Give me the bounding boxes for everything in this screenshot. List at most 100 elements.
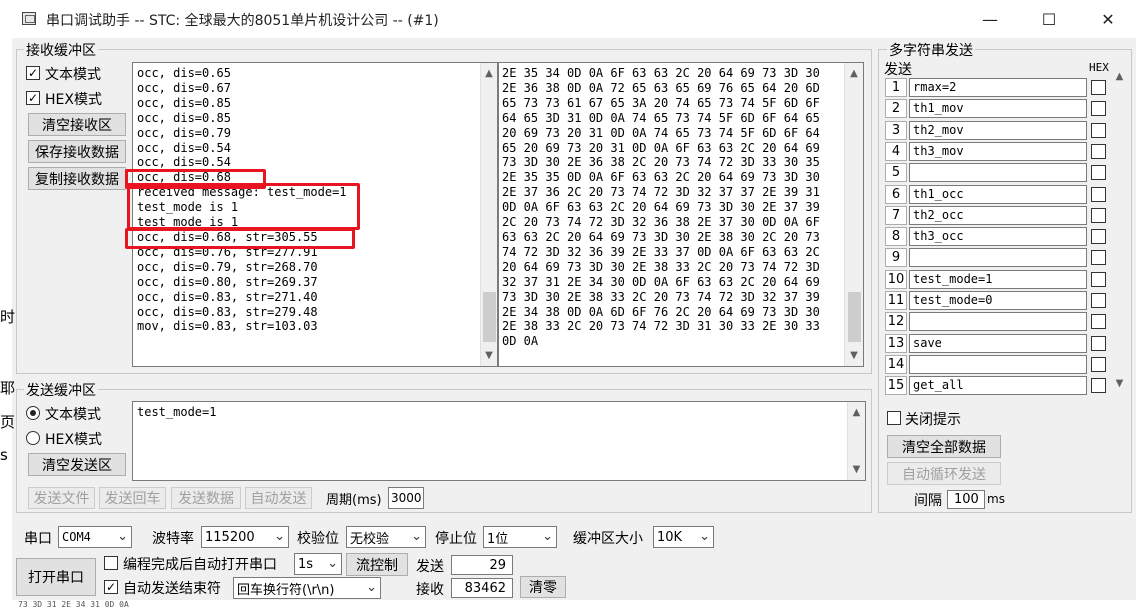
- multi-string-send-button[interactable]: 12: [885, 312, 907, 332]
- multi-string-input[interactable]: get_all: [909, 376, 1087, 396]
- auto-open-checkbox[interactable]: [104, 556, 118, 570]
- multi-string-input[interactable]: th3_mov: [909, 141, 1087, 161]
- scroll-down-icon[interactable]: ▼: [848, 461, 865, 478]
- multi-string-hex-checkbox[interactable]: [1091, 356, 1106, 372]
- maximize-button[interactable]: ☐: [1020, 0, 1078, 38]
- interval-label: 间隔: [914, 493, 942, 509]
- auto-open-delay-select[interactable]: 1s ⌄: [294, 553, 342, 575]
- clear-receive-button[interactable]: 清空接收区: [28, 113, 126, 136]
- multi-string-input[interactable]: [909, 163, 1087, 183]
- scroll-down-icon[interactable]: ▼: [845, 347, 863, 364]
- multi-string-send-button[interactable]: 1: [885, 78, 907, 97]
- send-enter-button[interactable]: 发送回车: [99, 487, 166, 509]
- receive-text-scrollbar[interactable]: ▲ ▼: [480, 63, 497, 366]
- send-column-header: 发送: [884, 62, 912, 78]
- interval-input[interactable]: 100: [947, 490, 985, 509]
- auto-send-button[interactable]: 自动发送: [245, 487, 312, 509]
- scroll-up-icon[interactable]: ▲: [845, 65, 863, 82]
- baud-select[interactable]: 115200 ⌄: [201, 526, 289, 548]
- multi-string-hex-checkbox[interactable]: [1091, 378, 1106, 394]
- scroll-down-icon[interactable]: ▼: [1111, 375, 1128, 392]
- minimize-button[interactable]: —: [961, 0, 1019, 38]
- stop-bits-select[interactable]: 1位 ⌄: [483, 526, 557, 548]
- multi-string-input[interactable]: th1_mov: [909, 99, 1087, 119]
- scroll-up-icon[interactable]: ▲: [848, 404, 865, 421]
- port-select[interactable]: COM4 ⌄: [58, 526, 132, 548]
- multi-string-hex-checkbox[interactable]: [1091, 122, 1106, 138]
- multi-string-hex-checkbox[interactable]: [1091, 314, 1106, 330]
- multi-string-hex-checkbox[interactable]: [1091, 80, 1106, 95]
- close-hint-checkbox[interactable]: [887, 411, 901, 425]
- multi-string-send-button[interactable]: 4: [885, 141, 907, 161]
- multi-string-input[interactable]: test_mode=0: [909, 291, 1087, 310]
- period-label: 周期(ms): [326, 493, 382, 508]
- multi-string-input[interactable]: [909, 354, 1087, 374]
- multi-string-send-button[interactable]: 3: [885, 120, 907, 140]
- period-input[interactable]: 3000: [388, 487, 424, 509]
- receive-hex-pane[interactable]: 2E 35 34 0D 0A 6F 63 63 2C 20 64 69 73 3…: [498, 62, 864, 367]
- multi-string-hex-checkbox[interactable]: [1091, 293, 1106, 308]
- chevron-down-icon: ⌄: [542, 529, 553, 544]
- multi-string-send-button[interactable]: 2: [885, 99, 907, 119]
- multi-string-send-button[interactable]: 9: [885, 248, 907, 268]
- multi-string-hex-checkbox[interactable]: [1091, 165, 1106, 181]
- auto-end-checkbox[interactable]: ✓: [104, 580, 118, 594]
- multi-string-send-button[interactable]: 5: [885, 163, 907, 183]
- clear-send-button[interactable]: 清空发送区: [28, 453, 126, 476]
- multi-string-send-button[interactable]: 14: [885, 354, 907, 374]
- receive-hex-mode-checkbox[interactable]: ✓: [26, 91, 40, 105]
- multi-string-input[interactable]: test_mode=1: [909, 269, 1087, 289]
- multi-string-hex-checkbox[interactable]: [1091, 101, 1106, 117]
- multi-string-send-button[interactable]: 13: [885, 333, 907, 353]
- open-port-button[interactable]: 打开串口: [16, 558, 96, 596]
- receive-hex-scrollbar[interactable]: ▲ ▼: [844, 63, 863, 366]
- multi-string-send-button[interactable]: 15: [885, 376, 907, 396]
- multi-string-hex-checkbox[interactable]: [1091, 250, 1106, 266]
- multi-string-send-button[interactable]: 8: [885, 227, 907, 247]
- multi-string-input[interactable]: save: [909, 333, 1087, 353]
- clear-count-button[interactable]: 清零: [520, 576, 566, 598]
- scroll-up-icon[interactable]: ▲: [1111, 68, 1128, 85]
- multi-string-send-button[interactable]: 11: [885, 291, 907, 310]
- close-button[interactable]: ✕: [1079, 0, 1137, 38]
- send-text-mode-radio[interactable]: [26, 406, 40, 420]
- save-receive-button[interactable]: 保存接收数据: [28, 140, 126, 163]
- flow-control-button[interactable]: 流控制: [346, 553, 408, 576]
- buffer-size-select[interactable]: 10K ⌄: [653, 526, 714, 548]
- chevron-down-icon: ⌄: [699, 529, 710, 544]
- scroll-thumb[interactable]: [848, 292, 861, 342]
- parity-select[interactable]: 无校验 ⌄: [346, 526, 426, 548]
- auto-open-label: 编程完成后自动打开串口: [123, 557, 277, 573]
- receive-hex-line: 0D 0A 6F 63 63 2C 20 64 69 73 3D 30 2E 3…: [502, 200, 820, 215]
- send-file-button[interactable]: 发送文件: [28, 487, 95, 509]
- multi-string-hex-checkbox[interactable]: [1091, 335, 1106, 351]
- multi-string-send-button[interactable]: 10: [885, 269, 907, 289]
- copy-receive-button[interactable]: 复制接收数据: [28, 167, 126, 190]
- auto-loop-send-button[interactable]: 自动循环发送: [887, 462, 1001, 485]
- multi-string-input[interactable]: th1_occ: [909, 184, 1087, 204]
- multi-string-hex-checkbox[interactable]: [1091, 143, 1106, 159]
- multi-string-input[interactable]: th3_occ: [909, 227, 1087, 247]
- send-data-button[interactable]: 发送数据: [171, 487, 241, 509]
- receive-text-mode-checkbox[interactable]: ✓: [26, 66, 40, 80]
- multi-string-scrollbar[interactable]: ▲ ▼: [1111, 68, 1128, 393]
- multi-string-input[interactable]: th2_mov: [909, 120, 1087, 140]
- send-scrollbar[interactable]: ▲ ▼: [847, 402, 865, 480]
- scroll-thumb[interactable]: [483, 292, 496, 342]
- multi-string-hex-checkbox[interactable]: [1091, 229, 1106, 245]
- multi-string-send-button[interactable]: 6: [885, 184, 907, 204]
- multi-string-hex-checkbox[interactable]: [1091, 271, 1106, 287]
- multi-string-hex-checkbox[interactable]: [1091, 207, 1106, 223]
- multi-string-input[interactable]: [909, 312, 1087, 332]
- send-text-area[interactable]: test_mode=1 ▲ ▼: [132, 401, 866, 481]
- multi-string-hex-checkbox[interactable]: [1091, 186, 1106, 202]
- multi-string-input[interactable]: rmax=2: [909, 78, 1087, 97]
- multi-string-input[interactable]: th2_occ: [909, 205, 1087, 225]
- multi-string-send-button[interactable]: 7: [885, 205, 907, 225]
- scroll-down-icon[interactable]: ▼: [481, 347, 497, 364]
- end-char-select[interactable]: 回车换行符(\r\n) ⌄: [233, 577, 381, 599]
- clear-all-data-button[interactable]: 清空全部数据: [887, 435, 1001, 458]
- send-hex-mode-radio[interactable]: [26, 431, 40, 445]
- multi-string-input[interactable]: [909, 248, 1087, 268]
- scroll-up-icon[interactable]: ▲: [481, 65, 497, 82]
